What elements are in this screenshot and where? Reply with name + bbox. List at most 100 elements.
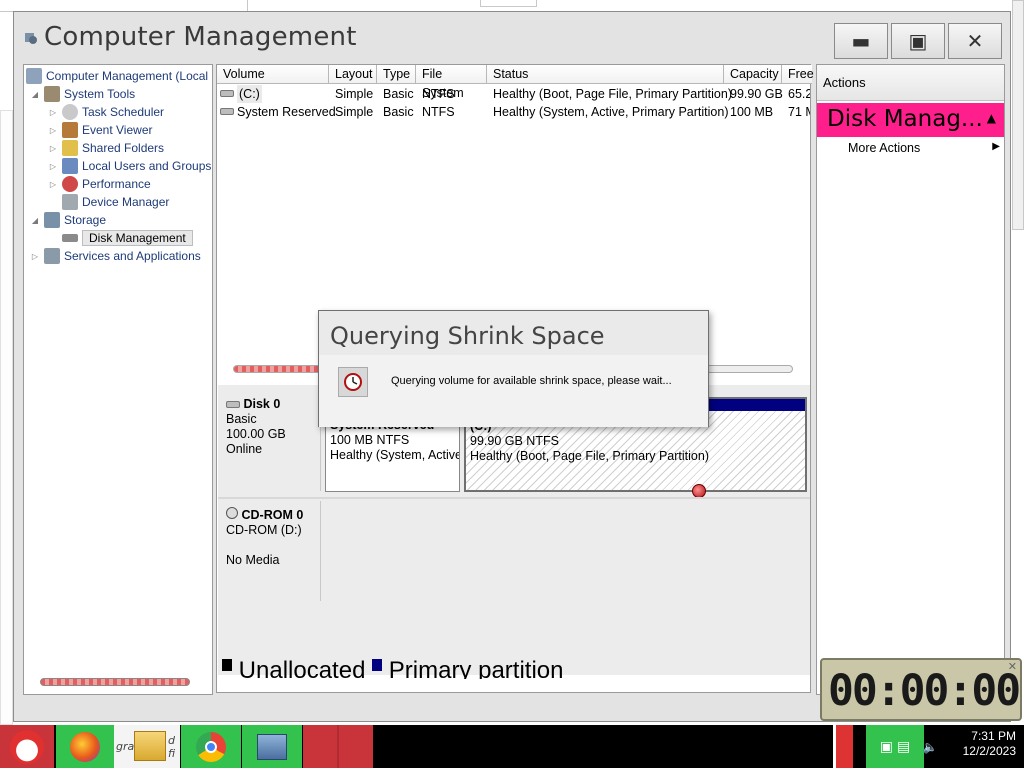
- folder-icon: [134, 731, 166, 761]
- tree-item-device-manager[interactable]: Device Manager: [62, 193, 169, 211]
- tools-icon: [44, 86, 60, 102]
- column-header-type[interactable]: Type: [377, 65, 416, 84]
- expand-arrow-icon[interactable]: ▷: [48, 126, 58, 135]
- volume-icon[interactable]: 🔈: [922, 725, 938, 768]
- column-header-volume[interactable]: Volume: [217, 65, 329, 84]
- background-window-fragment: [480, 0, 537, 7]
- disk-graphical-view: Disk 0 Basic 100.00 GB Online System Res…: [218, 385, 810, 679]
- clock-icon: [62, 104, 78, 120]
- disk-icon: [226, 401, 240, 408]
- chrome-icon: [196, 731, 226, 762]
- volume-name: System Reserved: [237, 105, 336, 119]
- taskbar-file-explorer[interactable]: gra d fi: [114, 725, 180, 768]
- taskbar-clock[interactable]: 7:31 PM 12/2/2023: [963, 729, 1016, 759]
- tree-item-event-viewer[interactable]: ▷ Event Viewer: [48, 121, 152, 139]
- tree-horizontal-scrollbar[interactable]: [40, 678, 190, 686]
- event-viewer-icon: [62, 122, 78, 138]
- action-center-icon[interactable]: ▤: [897, 739, 910, 755]
- collapse-caret-icon[interactable]: ▲: [987, 111, 996, 125]
- volume-status: Healthy (System, Active, Primary Partiti…: [493, 105, 729, 119]
- network-icon[interactable]: ▣: [880, 739, 893, 755]
- dialog-title: Querying Shrink Space: [330, 322, 605, 350]
- column-header-file-system[interactable]: File System: [416, 65, 487, 100]
- taskbar-item-red[interactable]: [303, 725, 373, 768]
- expand-arrow-icon[interactable]: ▷: [48, 180, 58, 189]
- expand-arrow-icon[interactable]: ▷: [48, 108, 58, 117]
- tree-item-system-tools[interactable]: ◢ System Tools: [30, 85, 135, 103]
- cdrom0-name: CD-ROM 0: [241, 508, 304, 522]
- table-row[interactable]: System Reserved Simple Basic NTFS Health…: [217, 103, 810, 121]
- volume-type: Basic: [383, 105, 414, 119]
- tree-item-storage[interactable]: ◢ Storage: [30, 211, 106, 229]
- volume-name: (C:): [237, 85, 262, 103]
- tree-item-shared-folders[interactable]: ▷ Shared Folders: [48, 139, 164, 157]
- scrollbar-thumb[interactable]: [234, 366, 324, 372]
- cdrom0-label[interactable]: CD-ROM 0 CD-ROM (D:) No Media: [218, 501, 321, 601]
- actions-section-disk-management[interactable]: Disk Manag... ▲: [817, 103, 1004, 137]
- actions-section-label: Disk Manag...: [827, 106, 983, 132]
- computer-icon: [26, 68, 42, 84]
- cdrom0-state: No Media: [226, 553, 280, 567]
- timer-widget[interactable]: 00:00:00 ✕: [820, 658, 1022, 721]
- tree-item-computer-management[interactable]: Computer Management (Local: [26, 67, 208, 85]
- taskbar-firefox[interactable]: [56, 725, 114, 768]
- volume-type: Basic: [383, 87, 414, 101]
- maximize-button[interactable]: ▣: [891, 23, 945, 59]
- disk0-state: Online: [226, 442, 263, 456]
- column-header-status[interactable]: Status: [487, 65, 724, 84]
- expand-arrow-icon[interactable]: ▷: [48, 162, 58, 171]
- disk0-type: Basic: [226, 412, 257, 426]
- tree-item-task-scheduler[interactable]: ▷ Task Scheduler: [48, 103, 164, 121]
- legend-primary: Primary partition: [388, 657, 564, 679]
- computer-management-icon: [25, 33, 37, 44]
- background-window-fragment: [0, 110, 13, 725]
- actions-header: Actions: [817, 65, 1004, 101]
- expand-arrow-icon[interactable]: ▷: [48, 144, 58, 153]
- shared-folder-icon: [62, 140, 78, 156]
- disk0-size: 100.00 GB: [226, 427, 286, 441]
- disk-icon: [62, 234, 78, 242]
- timer-display: 00:00:00: [828, 666, 1021, 716]
- partition-legend: Unallocated Primary partition: [222, 657, 806, 679]
- partition-status: Healthy (Boot, Page File, Primary Partit…: [470, 449, 709, 463]
- drive-icon: [220, 108, 234, 115]
- disk-query-icon: [338, 367, 368, 397]
- table-row[interactable]: (C:) Simple Basic NTFS Healthy (Boot, Pa…: [217, 85, 810, 103]
- volume-fs: NTFS: [422, 87, 455, 101]
- disk0-label[interactable]: Disk 0 Basic 100.00 GB Online: [218, 391, 321, 491]
- collapse-arrow-icon[interactable]: ◢: [30, 216, 40, 225]
- taskbar-computer-management[interactable]: [242, 725, 302, 768]
- taskbar-chrome[interactable]: [181, 725, 241, 768]
- column-header-capacity[interactable]: Capacity: [724, 65, 782, 84]
- tree-item-local-users[interactable]: ▷ Local Users and Groups: [48, 157, 211, 175]
- computer-management-icon: [257, 733, 287, 760]
- disk0-name: Disk 0: [243, 397, 281, 411]
- column-header-free[interactable]: Free: [782, 65, 814, 84]
- tray-flag[interactable]: [833, 725, 853, 768]
- cdrom0-type: CD-ROM (D:): [226, 523, 302, 537]
- more-actions-item[interactable]: More Actions ▶: [848, 141, 1000, 155]
- navigation-tree: Computer Management (Local ◢ System Tool…: [23, 64, 213, 695]
- column-header-layout[interactable]: Layout: [329, 65, 377, 84]
- tree-item-services[interactable]: ▷ Services and Applications: [30, 247, 201, 265]
- performance-icon: [62, 176, 78, 192]
- close-button[interactable]: ✕: [948, 23, 1002, 59]
- timer-close-icon[interactable]: ✕: [1008, 660, 1017, 673]
- cdrom-icon: [226, 507, 238, 519]
- tree-item-performance[interactable]: ▷ Performance: [48, 175, 151, 193]
- disk-row-divider: [218, 497, 810, 499]
- expand-arrow-icon[interactable]: ▷: [30, 252, 40, 261]
- tree-item-disk-management[interactable]: Disk Management: [62, 229, 193, 247]
- submenu-arrow-icon: ▶: [992, 141, 1000, 152]
- partition-status: Healthy (System, Active: [330, 448, 460, 462]
- device-manager-icon: [62, 194, 78, 210]
- minimize-button[interactable]: ▬: [834, 23, 888, 59]
- storage-icon: [44, 212, 60, 228]
- cursor-dot-icon: [692, 484, 706, 498]
- drive-icon: [220, 90, 234, 97]
- tray-icons[interactable]: ▣ ▤: [866, 725, 924, 768]
- window-title: Computer Management: [44, 22, 357, 52]
- start-button[interactable]: [0, 725, 54, 768]
- volume-layout: Simple: [335, 105, 374, 119]
- collapse-arrow-icon[interactable]: ◢: [30, 90, 40, 99]
